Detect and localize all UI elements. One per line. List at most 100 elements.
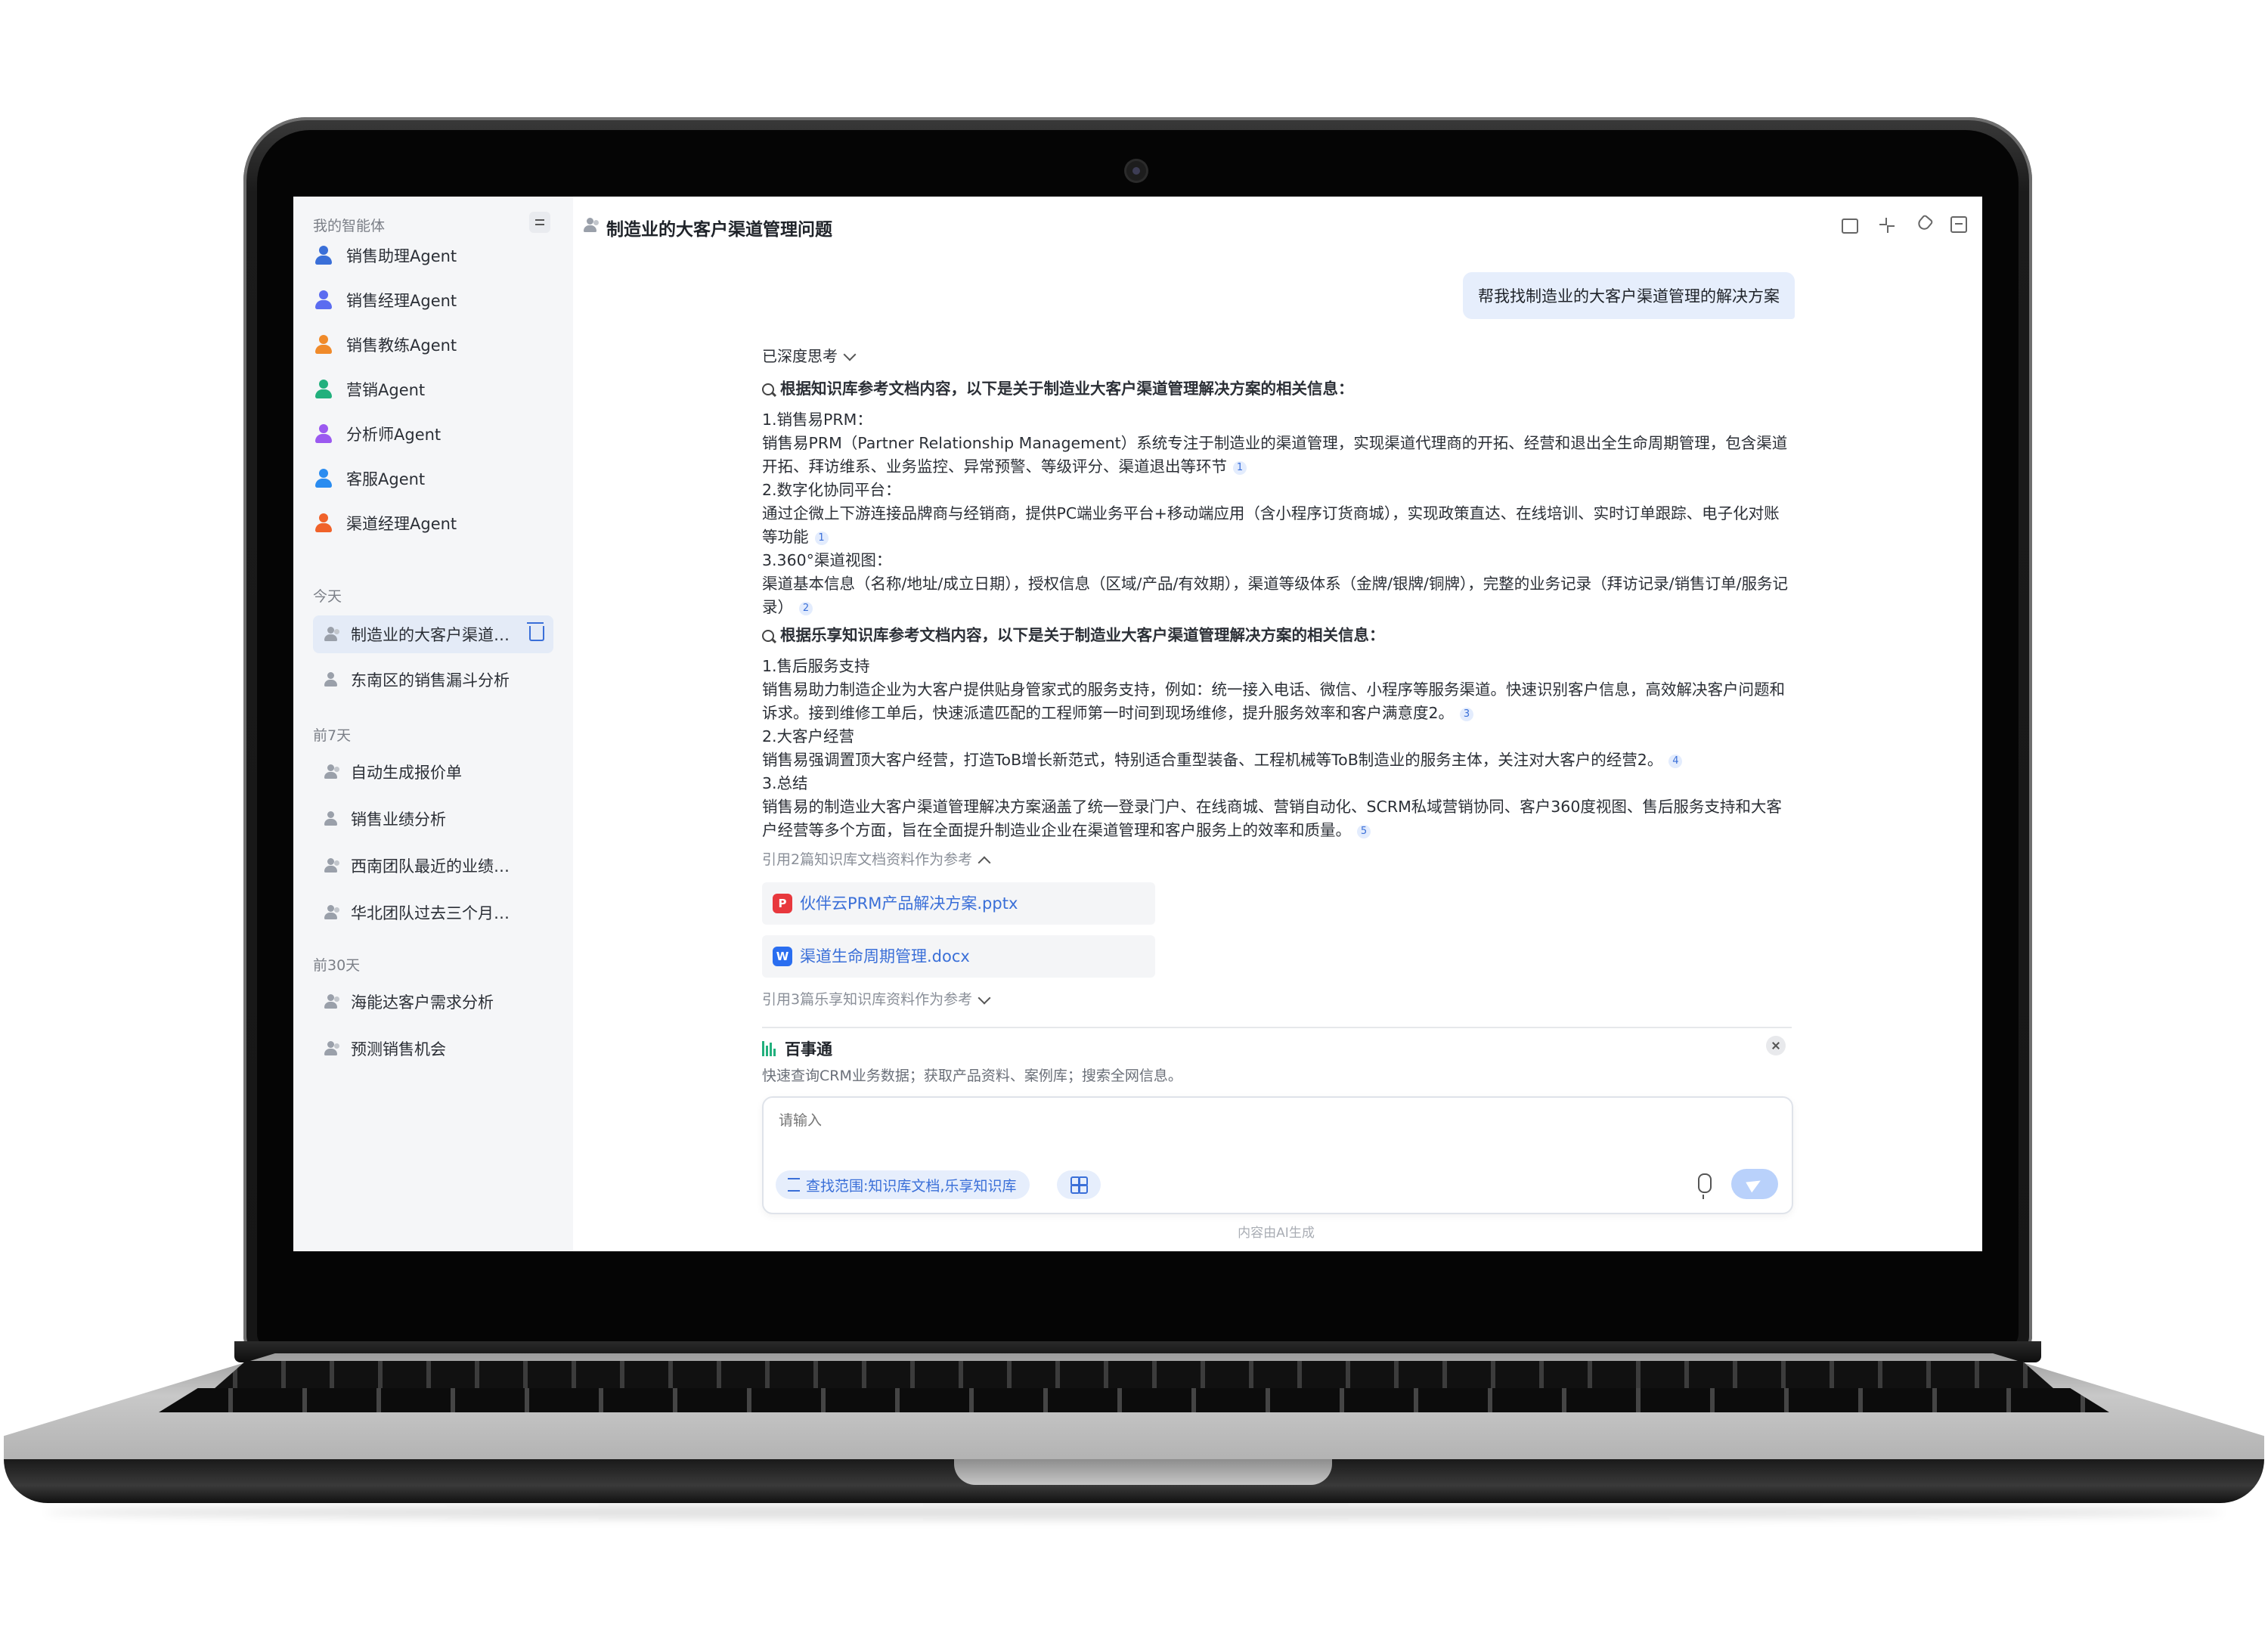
heading-text: 根据知识库参考文档内容，以下是关于制造业大客户渠道管理解决方案的相关信息： <box>780 380 1354 398</box>
plugin-header: 百事通 <box>762 1037 832 1060</box>
citation-badge[interactable]: 3 <box>1460 708 1474 721</box>
citation-badge[interactable]: 1 <box>814 532 829 545</box>
sidebar-header: 我的智能体 <box>313 218 386 234</box>
divider <box>762 1027 1792 1028</box>
answer-item-title: 1.售后服务支持 <box>762 657 870 675</box>
answer-item-text: 渠道基本信息（名称/地址/成立日期），授权信息（区域/产品/有效期），渠道等级体… <box>762 572 1790 619</box>
person-icon <box>313 333 336 356</box>
section-7days: 前7天 <box>313 727 352 744</box>
assistant-answer: 已深度思考 根据知识库参考文档内容，以下是关于制造业大客户渠道管理解决方案的相关… <box>762 345 1790 1022</box>
agent-item[interactable]: 销售助理Agent <box>313 239 555 272</box>
answer-item-text: 销售易强调置顶大客户经营，打造ToB增长新范式，特别适合重型装备、工程机械等To… <box>762 749 1790 772</box>
agent-item[interactable]: 分析师Agent <box>313 417 555 451</box>
search-scope-button[interactable]: 查找范围:知识库文档,乐享知识库 <box>776 1170 1030 1199</box>
trackpad-notch <box>954 1459 1332 1485</box>
conversation-label: 东南区的销售漏斗分析 <box>351 671 510 690</box>
person-icon <box>324 857 340 874</box>
answer-text: 销售易PRM（Partner Relationship Management）系… <box>762 434 1788 476</box>
conversation-item[interactable]: 西南团队最近的业绩排行 <box>313 847 553 885</box>
agent-item[interactable]: 渠道经理Agent <box>313 507 555 540</box>
chart-icon <box>313 378 336 401</box>
agent-item[interactable]: 客服Agent <box>313 462 555 495</box>
citation-badge[interactable]: 1 <box>1233 461 1247 475</box>
conversation-label: 自动生成报价单 <box>351 764 462 782</box>
citation-badge[interactable]: 5 <box>1357 825 1371 838</box>
file-name: 伙伴云PRM产品解决方案.pptx <box>800 894 1018 913</box>
agent-item[interactable]: 销售经理Agent <box>313 284 555 317</box>
reference-file[interactable]: W 渠道生命周期管理.docx <box>762 935 1155 978</box>
agent-label: 分析师Agent <box>346 426 442 444</box>
conversation-item[interactable]: 华北团队过去三个月的客户… <box>313 894 553 931</box>
answer-text: 通过企微上下游连接品牌商与经销商，提供PC端业务平台+移动端应用（含小程序订货商… <box>762 504 1780 546</box>
reference-file[interactable]: P 伙伴云PRM产品解决方案.pptx <box>762 882 1155 925</box>
shrink-icon[interactable] <box>1878 216 1896 234</box>
person-icon <box>324 904 340 921</box>
answer-item-title: 1.销售易PRM： <box>762 411 872 429</box>
person-icon <box>313 244 336 267</box>
search-icon <box>762 629 774 642</box>
answer-item-text: 销售易的制造业大客户渠道管理解决方案涵盖了统一登录门户、在线商城、营销自动化、S… <box>762 795 1790 842</box>
answer-item-text: 销售易PRM（Partner Relationship Management）系… <box>762 432 1790 479</box>
search-scope-label: 查找范围:知识库文档,乐享知识库 <box>806 1177 1017 1195</box>
agent-label: 营销Agent <box>346 381 426 399</box>
answer-item-title: 2.数字化协同平台： <box>762 481 901 499</box>
answer-text: 渠道基本信息（名称/地址/成立日期），授权信息（区域/产品/有效期），渠道等级体… <box>762 575 1788 616</box>
microphone-icon[interactable] <box>1698 1173 1712 1199</box>
docx-icon: W <box>773 947 792 966</box>
citation-badge[interactable]: 2 <box>799 602 813 615</box>
window-toolbar <box>1842 213 1967 234</box>
page-title: 制造业的大客户渠道管理问题 <box>606 220 832 240</box>
new-chat-icon[interactable] <box>1842 219 1858 234</box>
plugin-name: 百事通 <box>785 1040 832 1058</box>
answer-text: 销售易的制造业大客户渠道管理解决方案涵盖了统一登录门户、在线商城、营销自动化、S… <box>762 798 1782 839</box>
section-30days: 前30天 <box>313 957 361 974</box>
agent-label: 渠道经理Agent <box>346 515 457 533</box>
send-button[interactable] <box>1731 1169 1778 1199</box>
person-icon <box>324 1040 340 1057</box>
conversation-item[interactable]: 预测销售机会 <box>313 1030 553 1068</box>
answer-heading: 根据知识库参考文档内容，以下是关于制造业大客户渠道管理解决方案的相关信息： <box>762 377 1790 401</box>
answer-text: 销售易助力制造企业为大客户提供贴身管家式的服务支持，例如：统一接入电话、微信、小… <box>762 680 1785 722</box>
conversation-label: 制造业的大客户渠道管理问题 <box>351 626 517 644</box>
filter-search-icon <box>788 1178 800 1192</box>
section-today: 今天 <box>313 588 342 605</box>
citation-badge[interactable]: 4 <box>1668 755 1683 768</box>
exit-icon[interactable] <box>1950 216 1967 233</box>
conversation-item-active[interactable]: 制造业的大客户渠道管理问题 <box>313 615 553 653</box>
plugin-toggle-button[interactable] <box>1057 1170 1101 1199</box>
chat-input-box: 查找范围:知识库文档,乐享知识库 <box>762 1096 1793 1214</box>
conversation-label: 销售业绩分析 <box>351 811 446 829</box>
reference-toggle[interactable]: 引用3篇乐享知识库资料作为参考 <box>762 988 1790 1012</box>
person-icon <box>313 289 336 311</box>
trash-icon[interactable] <box>527 622 544 641</box>
refresh-icon <box>313 512 336 535</box>
user-message: 帮我找制造业的大客户渠道管理的解决方案 <box>1463 272 1795 319</box>
agent-label: 销售经理Agent <box>346 292 457 310</box>
chevron-down-icon <box>978 991 991 1004</box>
camera-icon <box>1126 161 1146 181</box>
pptx-icon: P <box>773 894 792 913</box>
answer-item-title: 3.360°渠道视图： <box>762 551 892 569</box>
thought-label: 已深度思考 <box>762 347 838 365</box>
headset-icon <box>313 467 336 490</box>
close-plugin-button[interactable] <box>1766 1036 1786 1055</box>
person-icon <box>324 764 340 780</box>
agent-label: 销售助理Agent <box>346 247 457 265</box>
answer-item-title: 2.大客户经营 <box>762 727 855 745</box>
conversation-item[interactable]: 海能达客户需求分析 <box>313 983 553 1021</box>
bar-chart-icon <box>762 1041 777 1056</box>
conversation-item[interactable]: 东南区的销售漏斗分析 <box>313 661 553 699</box>
sidebar: 我的智能体 销售助理Agent 销售经理Agent 销售教练Agent 营销Agent… <box>293 197 573 1251</box>
conversation-item[interactable]: 自动生成报价单 <box>313 753 553 791</box>
reference-label: 引用2篇知识库文档资料作为参考 <box>762 851 973 868</box>
reference-toggle[interactable]: 引用2篇知识库文档资料作为参考 <box>762 848 1790 872</box>
laptop-shadow <box>45 1505 2223 1520</box>
chat-input[interactable] <box>777 1111 1461 1130</box>
plugin-description: 快速查询CRM业务数据；获取产品资料、案例库；搜索全网信息。 <box>762 1068 1182 1084</box>
collapse-sidebar-button[interactable] <box>529 212 550 233</box>
deep-thought-toggle[interactable]: 已深度思考 <box>762 345 1790 368</box>
conversation-item[interactable]: 销售业绩分析 <box>313 800 553 838</box>
pin-icon[interactable] <box>1916 213 1934 233</box>
agent-item[interactable]: 营销Agent <box>313 373 555 406</box>
agent-item[interactable]: 销售教练Agent <box>313 328 555 361</box>
